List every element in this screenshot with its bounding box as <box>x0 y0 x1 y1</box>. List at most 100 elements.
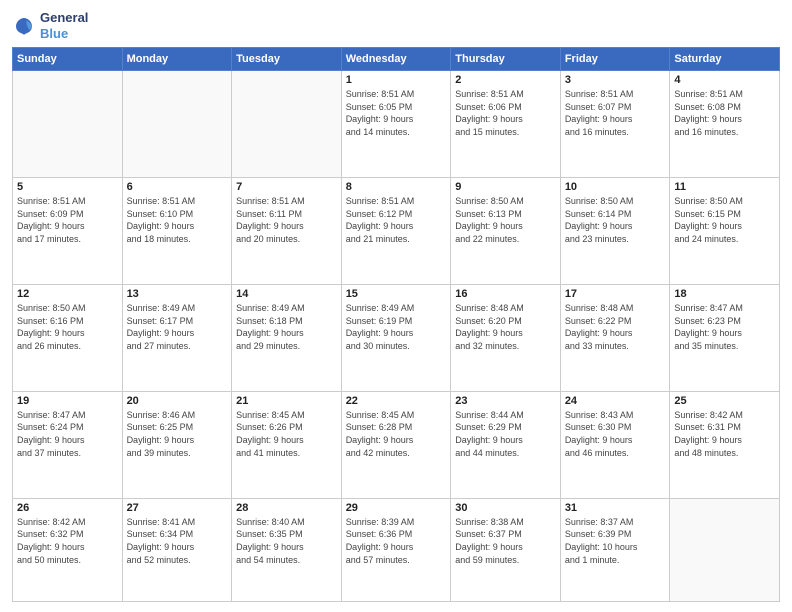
table-row: 12Sunrise: 8:50 AMSunset: 6:16 PMDayligh… <box>13 284 123 391</box>
table-row: 22Sunrise: 8:45 AMSunset: 6:28 PMDayligh… <box>341 391 451 498</box>
day-number: 18 <box>674 288 775 300</box>
day-info-line: Sunrise: 8:49 AM <box>127 303 196 313</box>
day-info: Sunrise: 8:37 AM Sunset: 6:39 PM Daylight:… <box>565 516 666 566</box>
day-number: 25 <box>674 395 775 407</box>
table-row: 19 Sunrise: 8:47 AMSunset: 6:24 PMDayligh… <box>13 391 123 498</box>
day-info-line: and 59 minutes. <box>455 555 519 565</box>
header: General Blue <box>12 10 780 41</box>
day-info: Sunrise: 8:49 AMSunset: 6:18 PMDaylight:… <box>236 302 337 352</box>
day-info-line: Sunset: 6:10 PM <box>127 209 194 219</box>
day-number: 31 <box>565 502 666 514</box>
day-info: Sunrise: 8:51 AMSunset: 6:08 PMDaylight:… <box>674 88 775 138</box>
day-number: 21 <box>236 395 337 407</box>
day-info: Sunrise: 8:50 AMSunset: 6:13 PMDaylight:… <box>455 195 556 245</box>
day-info: Sunrise: 8:48 AMSunset: 6:20 PMDaylight:… <box>455 302 556 352</box>
day-number: 16 <box>455 288 556 300</box>
col-thursday: Thursday <box>451 48 561 71</box>
day-number: 27 <box>127 502 228 514</box>
table-row: 16 Sunrise: 8:48 AMSunset: 6:20 PMDayligh… <box>451 284 561 391</box>
day-number: 4 <box>674 74 775 86</box>
col-tuesday: Tuesday <box>232 48 342 71</box>
table-row: 5Sunrise: 8:51 AMSunset: 6:09 PMDaylight… <box>13 178 123 285</box>
table-row: 21Sunrise: 8:45 AMSunset: 6:26 PMDayligh… <box>232 391 342 498</box>
day-info-line: Sunrise: 8:39 AM <box>346 517 415 527</box>
day-info-line: Daylight: 9 hours <box>127 542 195 552</box>
day-info-line: Sunrise: 8:47 AM <box>674 303 743 313</box>
table-row: 28 Sunrise: 8:40 AMSunset: 6:35 PMDayligh… <box>232 498 342 601</box>
table-row: 1Sunrise: 8:51 AMSunset: 6:05 PMDaylight… <box>341 71 451 178</box>
day-number: 20 <box>127 395 228 407</box>
day-number: 14 <box>236 288 337 300</box>
day-info: Sunrise: 8:43 AMSunset: 6:30 PMDaylight:… <box>565 409 666 459</box>
day-number: 1 <box>346 74 447 86</box>
day-number: 6 <box>127 181 228 193</box>
day-info: Sunrise: 8:51 AMSunset: 6:09 PMDaylight:… <box>17 195 118 245</box>
day-info-line: Daylight: 9 hours <box>565 435 633 445</box>
day-info-line: Sunrise: 8:37 AM <box>565 517 634 527</box>
table-row: 9Sunrise: 8:50 AMSunset: 6:13 PMDaylight… <box>451 178 561 285</box>
table-row: 15Sunrise: 8:49 AMSunset: 6:19 PMDayligh… <box>341 284 451 391</box>
table-row: 17Sunrise: 8:48 AMSunset: 6:22 PMDayligh… <box>560 284 670 391</box>
day-info-line: and 30 minutes. <box>346 341 410 351</box>
calendar-week-row: 12Sunrise: 8:50 AMSunset: 6:16 PMDayligh… <box>13 284 780 391</box>
day-info-line: Sunset: 6:09 PM <box>17 209 84 219</box>
day-info: Sunrise: 8:42 AMSunset: 6:32 PMDaylight:… <box>17 516 118 566</box>
day-info: Sunrise: 8:47 AMSunset: 6:24 PMDaylight:… <box>17 409 118 459</box>
day-info: Sunrise: 8:51 AMSunset: 6:10 PMDaylight:… <box>127 195 228 245</box>
day-info: Sunrise: 8:50 AMSunset: 6:15 PMDaylight:… <box>674 195 775 245</box>
day-info: Sunrise: 8:42 AMSunset: 6:31 PMDaylight:… <box>674 409 775 459</box>
day-info-line: Daylight: 9 hours <box>127 221 195 231</box>
table-row: 10Sunrise: 8:50 AMSunset: 6:14 PMDayligh… <box>560 178 670 285</box>
table-row: 20Sunrise: 8:46 AMSunset: 6:25 PMDayligh… <box>122 391 232 498</box>
day-info-line: Daylight: 9 hours <box>17 435 85 445</box>
day-info: Sunrise: 8:49 AMSunset: 6:17 PMDaylight:… <box>127 302 228 352</box>
day-info: Sunrise: 8:44 AMSunset: 6:29 PMDaylight:… <box>455 409 556 459</box>
table-row: 29Sunrise: 8:39 AMSunset: 6:36 PMDayligh… <box>341 498 451 601</box>
day-info-line: Sunset: 6:39 PM <box>565 529 632 539</box>
day-info-line: Sunset: 6:30 PM <box>565 422 632 432</box>
day-info-line: and 23 minutes. <box>565 234 629 244</box>
day-info-line: Sunrise: 8:48 AM <box>565 303 634 313</box>
day-info-line: and 57 minutes. <box>346 555 410 565</box>
day-number: 23 <box>455 395 556 407</box>
table-row <box>13 71 123 178</box>
day-info-line: and 44 minutes. <box>455 448 519 458</box>
col-friday: Friday <box>560 48 670 71</box>
col-sunday: Sunday <box>13 48 123 71</box>
day-info-line: and 21 minutes. <box>346 234 410 244</box>
day-number: 11 <box>674 181 775 193</box>
day-info-line: Sunset: 6:07 PM <box>565 102 632 112</box>
day-info-line: Daylight: 9 hours <box>455 542 523 552</box>
day-number: 28 <box>236 502 337 514</box>
day-info: Sunrise: 8:40 AMSunset: 6:35 PMDaylight:… <box>236 516 337 566</box>
day-info-line: and 46 minutes. <box>565 448 629 458</box>
day-info-line: Daylight: 9 hours <box>674 435 742 445</box>
day-info-line: and 20 minutes. <box>236 234 300 244</box>
day-info-line: Daylight: 9 hours <box>17 542 85 552</box>
day-info-line: Daylight: 9 hours <box>127 328 195 338</box>
day-info-line: Sunset: 6:22 PM <box>565 316 632 326</box>
day-info-line: Sunrise: 8:38 AM <box>455 517 524 527</box>
day-info-line: and 15 minutes. <box>455 127 519 137</box>
table-row <box>122 71 232 178</box>
day-number: 19 <box>17 395 118 407</box>
calendar-week-row: 26 Sunrise: 8:42 AMSunset: 6:32 PMDayligh… <box>13 498 780 601</box>
table-row: 30Sunrise: 8:38 AMSunset: 6:37 PMDayligh… <box>451 498 561 601</box>
day-info-line: Sunset: 6:19 PM <box>346 316 413 326</box>
day-info-line: Daylight: 9 hours <box>346 114 414 124</box>
day-number: 2 <box>455 74 556 86</box>
day-info-line: Daylight: 9 hours <box>236 221 304 231</box>
day-number: 26 <box>17 502 118 514</box>
day-info-line: Daylight: 10 hours <box>565 542 638 552</box>
day-info-line: Daylight: 9 hours <box>346 542 414 552</box>
day-info-line: Sunrise: 8:44 AM <box>455 410 524 420</box>
day-info-line: Daylight: 9 hours <box>127 435 195 445</box>
day-info-line: Daylight: 9 hours <box>17 328 85 338</box>
day-info: Sunrise: 8:45 AMSunset: 6:28 PMDaylight:… <box>346 409 447 459</box>
day-info-line: Sunrise: 8:41 AM <box>127 517 196 527</box>
day-info-line: Sunrise: 8:45 AM <box>236 410 305 420</box>
col-saturday: Saturday <box>670 48 780 71</box>
day-info: Sunrise: 8:50 AMSunset: 6:16 PMDaylight:… <box>17 302 118 352</box>
logo-text: General Blue <box>40 10 88 41</box>
day-number: 13 <box>127 288 228 300</box>
